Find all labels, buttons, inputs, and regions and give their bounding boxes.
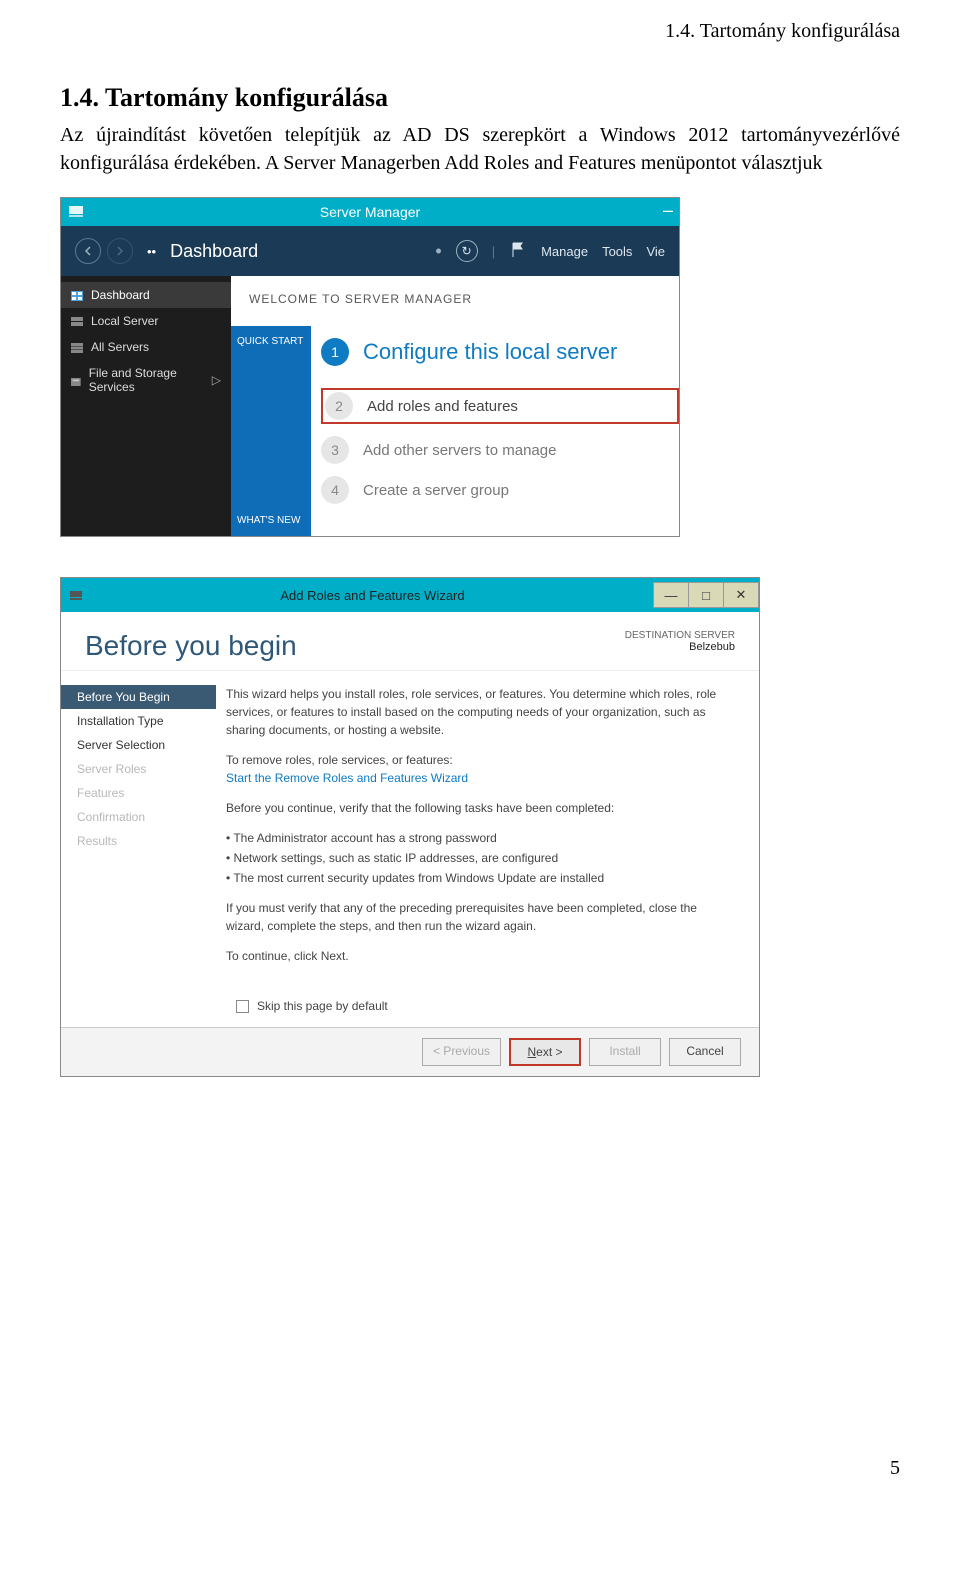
list-item: The most current security updates from W…	[226, 869, 729, 887]
step-label: Add roles and features	[367, 398, 518, 415]
cancel-button[interactable]: Cancel	[669, 1038, 741, 1066]
breadcrumb-dashboard: Dashboard	[170, 241, 421, 262]
list-item: The Administrator account has a strong p…	[226, 829, 729, 847]
nav-features: Features	[61, 781, 216, 805]
configure-local-server-tile[interactable]: 1 Configure this local server	[321, 338, 679, 366]
wizard-icon	[61, 587, 91, 603]
destination-server-info: DESTINATION SERVER Belzebub	[625, 630, 735, 653]
server-manager-window: Server Manager – •• Dashboard • ↻ |	[60, 197, 680, 537]
skip-row: Skip this page by default	[61, 991, 759, 1027]
wiz-nav: Before You Begin Installation Type Serve…	[61, 671, 216, 991]
skip-checkbox[interactable]	[236, 1000, 249, 1013]
wiz-heading: Before you begin	[85, 630, 297, 662]
page-header: 1.4. Tartomány konfigurálása	[60, 20, 900, 43]
sidebar-item-file-storage[interactable]: File and Storage Services ▷	[61, 360, 231, 400]
dropdown-icon[interactable]: •	[435, 241, 441, 262]
step-create-group[interactable]: 4 Create a server group	[321, 476, 679, 504]
sidebar-item-local-server[interactable]: Local Server	[61, 308, 231, 334]
step-number: 4	[321, 476, 349, 504]
step-add-servers[interactable]: 3 Add other servers to manage	[321, 436, 679, 464]
notifications-flag-icon[interactable]	[509, 241, 527, 262]
sidebar-item-label: Local Server	[91, 314, 158, 328]
sidebar-item-dashboard[interactable]: Dashboard	[61, 282, 231, 308]
sidebar-item-all-servers[interactable]: All Servers	[61, 334, 231, 360]
servers-icon	[71, 342, 83, 352]
remove-roles-link[interactable]: Start the Remove Roles and Features Wiza…	[226, 771, 468, 785]
wiz-footer: < Previous Next > Install Cancel	[61, 1027, 759, 1076]
menu-tools[interactable]: Tools	[602, 244, 632, 259]
sidebar-item-label: File and Storage Services	[89, 366, 200, 394]
close-button[interactable]: ✕	[723, 582, 759, 608]
wiz-p3: Before you continue, verify that the fol…	[226, 799, 729, 817]
sidebar-item-label: All Servers	[91, 340, 149, 354]
dashboard-icon	[71, 290, 83, 300]
nav-back-button[interactable]	[75, 238, 101, 264]
nav-server-selection[interactable]: Server Selection	[61, 733, 216, 757]
sm-content: WELCOME TO SERVER MANAGER QUICK START WH…	[231, 276, 679, 536]
sm-titlebar: Server Manager –	[61, 198, 679, 226]
add-roles-wizard-window: Add Roles and Features Wizard — □ ✕ Befo…	[60, 577, 760, 1077]
sm-sidebar: Dashboard Local Server All Servers File …	[61, 276, 231, 536]
nav-confirmation: Confirmation	[61, 805, 216, 829]
previous-button: < Previous	[422, 1038, 501, 1066]
step-number: 2	[325, 392, 353, 420]
wiz-header: Before you begin DESTINATION SERVER Belz…	[61, 612, 759, 671]
minimize-icon[interactable]: –	[663, 200, 673, 221]
chevron-right-icon: ▷	[212, 373, 221, 387]
whats-new-label: WHAT'S NEW	[237, 515, 305, 526]
body-paragraph: Az újraindítást követően telepítjük az A…	[60, 121, 900, 177]
wiz-p4: If you must verify that any of the prece…	[226, 899, 729, 935]
step-number: 3	[321, 436, 349, 464]
step-label: Add other servers to manage	[363, 442, 556, 459]
wiz-p5: To continue, click Next.	[226, 947, 729, 965]
server-icon	[71, 316, 83, 326]
step-add-roles[interactable]: 2 Add roles and features	[321, 388, 679, 424]
step-number-1: 1	[321, 338, 349, 366]
wiz-prereq-list: The Administrator account has a strong p…	[226, 829, 729, 887]
nav-installation-type[interactable]: Installation Type	[61, 709, 216, 733]
nav-server-roles: Server Roles	[61, 757, 216, 781]
wiz-p1: This wizard helps you install roles, rol…	[226, 685, 729, 739]
maximize-button[interactable]: □	[688, 582, 724, 608]
sm-topbar: •• Dashboard • ↻ | Manage Tools Vie	[61, 226, 679, 276]
wiz-main-content: This wizard helps you install roles, rol…	[216, 671, 759, 991]
step-label: Create a server group	[363, 482, 509, 499]
nav-before-you-begin[interactable]: Before You Begin	[61, 685, 216, 709]
sm-window-title: Server Manager	[320, 204, 420, 220]
sidebar-item-label: Dashboard	[91, 288, 150, 302]
configure-title: Configure this local server	[363, 339, 617, 365]
destination-label: DESTINATION SERVER	[625, 630, 735, 641]
next-button[interactable]: Next >	[509, 1038, 581, 1066]
server-manager-icon	[67, 202, 85, 220]
page-number: 5	[60, 1457, 900, 1480]
install-button: Install	[589, 1038, 661, 1066]
quick-start-label: QUICK START	[237, 336, 305, 347]
quick-start-band: QUICK START WHAT'S NEW	[231, 326, 311, 536]
destination-server: Belzebub	[625, 641, 735, 653]
storage-icon	[71, 375, 81, 385]
skip-label: Skip this page by default	[257, 999, 388, 1013]
section-title: 1.4. Tartomány konfigurálása	[60, 83, 900, 113]
list-item: Network settings, such as static IP addr…	[226, 849, 729, 867]
menu-manage[interactable]: Manage	[541, 244, 588, 259]
nav-results: Results	[61, 829, 216, 853]
wiz-titlebar: Add Roles and Features Wizard — □ ✕	[61, 578, 759, 612]
wiz-window-title: Add Roles and Features Wizard	[91, 588, 654, 603]
minimize-button[interactable]: —	[653, 582, 689, 608]
menu-view[interactable]: Vie	[646, 244, 665, 259]
refresh-icon[interactable]: ↻	[456, 240, 478, 262]
wiz-p2a: To remove roles, role services, or featu…	[226, 753, 453, 767]
nav-forward-button[interactable]	[107, 238, 133, 264]
